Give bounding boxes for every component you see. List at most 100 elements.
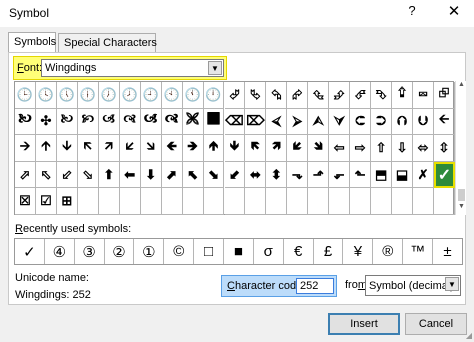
- recent-symbol[interactable]: ©: [164, 239, 195, 264]
- from-select[interactable]: Symbol (decimal) ▼: [365, 275, 461, 296]
- symbol-cell[interactable]: 🡻: [224, 135, 246, 162]
- symbol-cell[interactable]: ⬓: [392, 161, 414, 189]
- symbol-cell[interactable]: [140, 188, 162, 215]
- symbol-cell[interactable]: 🙡: [77, 108, 99, 136]
- symbol-cell[interactable]: [161, 188, 183, 215]
- symbol-cell[interactable]: ⮰: [224, 82, 246, 109]
- symbol-cell[interactable]: [266, 188, 288, 215]
- recent-symbol[interactable]: ✓: [15, 239, 45, 264]
- recent-symbol[interactable]: ■: [224, 239, 254, 264]
- symbol-cell[interactable]: 🙢: [98, 108, 120, 136]
- symbol-cell[interactable]: 🙧: [161, 108, 183, 136]
- symbol-cell[interactable]: 🡼: [245, 135, 267, 162]
- recent-symbol[interactable]: □: [194, 239, 225, 264]
- symbol-cell[interactable]: ⮈: [350, 108, 372, 136]
- symbol-cell[interactable]: 🕘: [140, 82, 162, 109]
- symbol-cell[interactable]: [224, 188, 246, 215]
- symbol-cell[interactable]: ⬅: [119, 161, 141, 189]
- symbol-cell[interactable]: 🙩: [203, 108, 225, 136]
- symbol-cell[interactable]: ⬌: [245, 161, 267, 189]
- symbol-cell[interactable]: ⬁: [35, 161, 57, 189]
- recent-symbol[interactable]: ±: [433, 239, 462, 264]
- symbol-cell[interactable]: 🡺: [182, 135, 204, 162]
- symbol-cell[interactable]: [308, 188, 330, 215]
- symbol-cell[interactable]: ☑: [35, 188, 57, 215]
- symbol-cell[interactable]: [245, 188, 267, 215]
- symbol-cell[interactable]: ⬋: [224, 161, 246, 189]
- symbol-cell[interactable]: ⌫: [224, 108, 246, 136]
- scroll-thumb[interactable]: [458, 189, 465, 201]
- symbol-cell[interactable]: ⇩: [392, 135, 414, 162]
- symbol-cell[interactable]: 🡫: [56, 135, 78, 162]
- symbol-cell[interactable]: ⬎: [287, 161, 309, 189]
- symbol-cell[interactable]: ⮺: [434, 82, 455, 109]
- symbol-cell[interactable]: ✓: [434, 161, 455, 189]
- symbol-cell[interactable]: 🕗: [119, 82, 141, 109]
- symbol-cell[interactable]: 🡬: [77, 135, 99, 162]
- symbol-cell[interactable]: 🕓: [35, 82, 57, 109]
- symbol-cell[interactable]: 🕖: [98, 82, 120, 109]
- symbol-cell[interactable]: ⮳: [287, 82, 309, 109]
- symbol-cell[interactable]: 🕛: [203, 82, 225, 109]
- resize-grip-icon[interactable]: ◢: [466, 331, 472, 340]
- symbol-cell[interactable]: 🡿: [287, 135, 309, 162]
- symbol-cell[interactable]: ⬐: [329, 161, 351, 189]
- recent-symbol[interactable]: ①: [134, 239, 165, 264]
- symbol-cell[interactable]: ⬉: [182, 161, 204, 189]
- symbol-cell[interactable]: ⬃: [56, 161, 78, 189]
- symbol-cell[interactable]: 🡹: [203, 135, 225, 162]
- symbol-cell[interactable]: 🕕: [77, 82, 99, 109]
- symbol-cell[interactable]: ⇦: [329, 135, 351, 162]
- symbol-cell[interactable]: ⮵: [329, 82, 351, 109]
- symbol-cell[interactable]: [98, 188, 120, 215]
- symbol-cell[interactable]: [413, 188, 434, 215]
- symbol-cell[interactable]: ⮷: [371, 82, 393, 109]
- symbol-cell[interactable]: 🙠: [56, 108, 78, 136]
- recent-symbol[interactable]: ®: [373, 239, 404, 264]
- symbol-cell[interactable]: ⮲: [266, 82, 288, 109]
- symbol-cell[interactable]: 🡭: [98, 135, 120, 162]
- symbol-cell[interactable]: ⬆: [98, 161, 120, 189]
- symbol-cell[interactable]: ✗: [413, 161, 434, 189]
- symbol-cell[interactable]: 🕚: [182, 82, 204, 109]
- recent-symbol[interactable]: ™: [403, 239, 434, 264]
- chevron-down-icon[interactable]: ▼: [208, 61, 222, 75]
- scroll-up-icon[interactable]: ▲: [456, 81, 467, 93]
- recent-symbol[interactable]: ②: [105, 239, 135, 264]
- symbol-cell[interactable]: ⬇: [140, 161, 162, 189]
- close-icon[interactable]: ✕: [444, 2, 464, 22]
- symbol-cell[interactable]: 🡽: [266, 135, 288, 162]
- symbol-cell[interactable]: ⮋: [413, 108, 434, 136]
- symbol-cell[interactable]: 🕙: [161, 82, 183, 109]
- symbol-cell[interactable]: ⬄: [413, 135, 434, 162]
- symbol-cell[interactable]: ⬂: [77, 161, 99, 189]
- symbol-cell[interactable]: ⊞: [56, 188, 78, 215]
- symbol-cell[interactable]: [329, 188, 351, 215]
- symbol-cell[interactable]: [350, 188, 372, 215]
- symbol-cell[interactable]: 🡮: [140, 135, 162, 162]
- symbol-cell[interactable]: ⮚: [287, 108, 309, 136]
- symbol-cell[interactable]: [182, 188, 204, 215]
- symbol-cell[interactable]: [434, 188, 455, 215]
- tab-symbols[interactable]: Symbols: [8, 32, 56, 53]
- symbol-cell[interactable]: ⮸: [392, 82, 414, 109]
- symbol-cell[interactable]: ⮱: [245, 82, 267, 109]
- symbol-cell[interactable]: ⇨: [350, 135, 372, 162]
- symbol-cell[interactable]: 🙨: [182, 108, 204, 136]
- help-button[interactable]: ?: [404, 3, 420, 21]
- symbol-cell[interactable]: ⮛: [329, 108, 351, 136]
- character-code-input[interactable]: 252: [296, 278, 334, 294]
- symbol-cell[interactable]: [287, 188, 309, 215]
- symbol-cell[interactable]: ⬍: [266, 161, 288, 189]
- symbol-cell[interactable]: [203, 188, 225, 215]
- symbol-cell[interactable]: ⬀: [15, 161, 36, 189]
- symbol-cell[interactable]: 🕔: [56, 82, 78, 109]
- recent-symbol[interactable]: ④: [45, 239, 75, 264]
- insert-button[interactable]: Insert: [328, 313, 400, 335]
- recent-symbol[interactable]: σ: [254, 239, 284, 264]
- symbol-cell[interactable]: ⌦: [245, 108, 267, 136]
- symbol-cell[interactable]: [77, 188, 99, 215]
- recent-symbol[interactable]: £: [314, 239, 344, 264]
- symbol-cell[interactable]: [392, 188, 414, 215]
- symbol-cell[interactable]: ⮉: [392, 108, 414, 136]
